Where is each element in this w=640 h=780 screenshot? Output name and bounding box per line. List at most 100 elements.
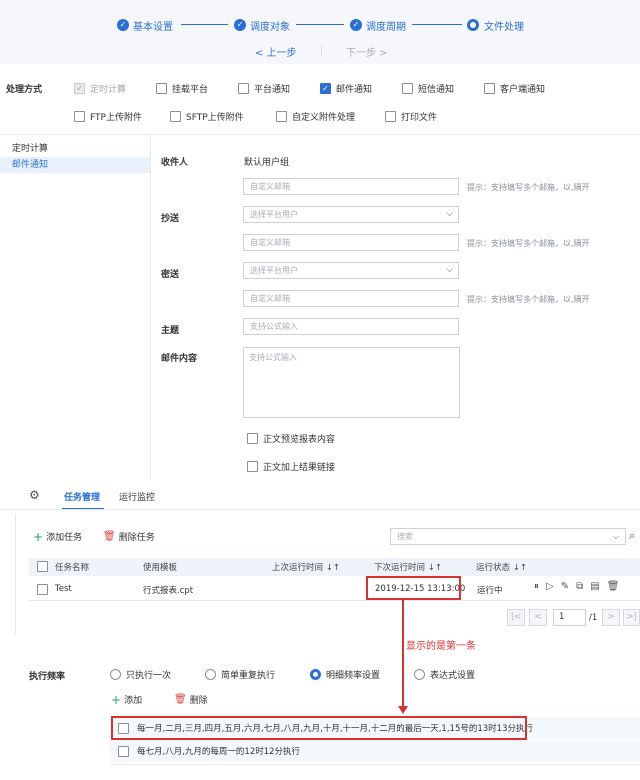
content-textarea[interactable]: 支持公式输入 (243, 347, 460, 418)
add-rule-button[interactable]: + 添加 (111, 693, 142, 707)
page-input[interactable]: 1 (553, 609, 586, 626)
column-template: 使用模板 (143, 563, 178, 573)
step-label: 调度对象 (250, 21, 290, 33)
step-basic[interactable]: ✓ 基本设置 (117, 18, 173, 33)
stepper-bar: ✓ 基本设置 ✓ 调度对象 ✓ 调度周期 文件处理 < 上一步 下一步 > (0, 0, 640, 64)
first-page-button[interactable]: |< (507, 609, 525, 626)
subject-input[interactable]: 支持公式输入 (243, 318, 459, 335)
checkbox[interactable]: ✓ (74, 83, 85, 94)
rule-row-2[interactable]: 每七月,八月,九月的每周一的12时12分执行 (110, 740, 640, 762)
subject-label: 主题 (161, 326, 180, 336)
checkbox[interactable] (118, 745, 129, 757)
step-label: 文件处理 (484, 21, 524, 33)
checkbox[interactable] (74, 111, 85, 122)
option-result-link[interactable]: 正文加上结果链接 (247, 460, 335, 473)
column-status[interactable]: 运行状态 ↓↑ (476, 561, 527, 573)
option-sftp-upload[interactable]: SFTP上传附件 (170, 110, 244, 123)
recipient-email-input[interactable]: 自定义邮箱 (243, 178, 459, 195)
freq-detailed[interactable]: 明细频率设置 (310, 668, 380, 681)
checkbox[interactable] (170, 111, 181, 122)
side-item-scheduled-calc[interactable]: 定时计算 (0, 141, 150, 157)
radio[interactable] (414, 669, 425, 680)
step-connector (181, 24, 228, 25)
checkbox[interactable]: ✓ (320, 83, 331, 94)
checkbox[interactable] (247, 461, 258, 472)
select-all-checkbox[interactable] (37, 561, 48, 572)
option-preview-report[interactable]: 正文预览报表内容 (247, 432, 335, 445)
add-task-button[interactable]: + 添加任务 (33, 529, 82, 544)
delete-task-button[interactable]: 🗑 删除任务 (103, 530, 155, 543)
step-period[interactable]: ✓ 调度周期 (350, 18, 406, 33)
cc-label: 抄送 (161, 214, 180, 224)
search-icon[interactable]: ⌕ (629, 529, 635, 543)
plus-icon: + (33, 529, 44, 544)
option-platform-notify[interactable]: 平台通知 (238, 82, 290, 95)
freq-expression[interactable]: 表达式设置 (414, 668, 475, 681)
radio[interactable] (310, 669, 321, 680)
row-actions: ⏸ ▷ ✎ ⧉ ▤ 🗑 (534, 581, 626, 592)
chevron-down-icon: ⌵ (446, 265, 453, 275)
freq-simple-repeat[interactable]: 简单重复执行 (205, 668, 275, 681)
column-next-run[interactable]: 下次运行时间 ↓↑ (374, 561, 442, 573)
checkbox[interactable] (156, 83, 167, 94)
option-ftp-upload[interactable]: FTP上传附件 (74, 110, 142, 123)
radio[interactable] (110, 669, 121, 680)
current-step-icon (467, 19, 479, 31)
next-step-button[interactable]: 下一步 > (346, 44, 388, 59)
bcc-email-input[interactable]: 自定义邮箱 (243, 290, 459, 307)
pause-icon[interactable]: ⏸ (534, 581, 539, 592)
cc-email-input[interactable]: 自定义邮箱 (243, 234, 459, 251)
radio[interactable] (205, 669, 216, 680)
checkbox[interactable] (385, 111, 396, 122)
option-email-notify[interactable]: ✓ 邮件通知 (320, 82, 372, 95)
content-label: 邮件内容 (161, 354, 198, 364)
play-icon[interactable]: ▷ (546, 581, 554, 592)
highlight-box (111, 716, 527, 740)
checkbox[interactable] (402, 83, 413, 94)
column-last-run[interactable]: 上次运行时间 ↓↑ (272, 561, 340, 573)
tab-task-management[interactable]: 任务管理 (64, 490, 100, 503)
prev-page-button[interactable]: < (529, 609, 547, 626)
step-file[interactable]: 文件处理 (467, 18, 524, 33)
check-icon: ✓ (350, 19, 362, 31)
search-input[interactable]: 搜索 ⌵ (390, 528, 626, 545)
recipient-hint: 提示：支持填写多个邮箱，以,隔开 (467, 183, 590, 192)
option-scheduled-calc[interactable]: ✓ 定时计算 (74, 82, 126, 95)
edit-icon[interactable]: ✎ (561, 581, 569, 592)
prev-step-button[interactable]: < 上一步 (255, 44, 297, 59)
processing-label: 处理方式 (6, 85, 43, 95)
page-total: /1 (589, 613, 598, 623)
step-connector (296, 24, 344, 25)
settings-gear-icon[interactable]: ⚙ (29, 488, 40, 502)
chevron-down-icon: ⌵ (612, 532, 619, 541)
checkbox[interactable] (247, 433, 258, 444)
option-print-file[interactable]: 打印文件 (385, 110, 437, 123)
option-sms-notify[interactable]: 短信通知 (402, 82, 454, 95)
log-icon[interactable]: ▤ (590, 581, 599, 592)
delete-rule-button[interactable]: 🗑 删除 (174, 693, 208, 706)
trash-icon: 🗑 (103, 531, 116, 542)
checkbox[interactable] (484, 83, 495, 94)
checkbox[interactable] (238, 83, 249, 94)
last-page-button[interactable]: >| (623, 609, 640, 626)
checkbox[interactable] (276, 111, 287, 122)
chevron-down-icon: ⌵ (446, 209, 453, 219)
tab-run-monitor[interactable]: 运行监控 (119, 490, 155, 503)
divider (0, 509, 640, 510)
annotation-arrow-head (398, 706, 408, 714)
annotation-text: 显示的是第一条 (406, 641, 476, 652)
step-target[interactable]: ✓ 调度对象 (234, 18, 290, 33)
bcc-user-select[interactable]: 选择平台用户 ⌵ (243, 262, 459, 279)
copy-icon[interactable]: ⧉ (576, 581, 583, 592)
next-page-button[interactable]: > (602, 609, 620, 626)
trash-icon[interactable]: 🗑 (607, 581, 620, 592)
option-mount-platform[interactable]: 挂载平台 (156, 82, 208, 95)
option-custom-attachment[interactable]: 自定义附件处理 (276, 110, 355, 123)
nav-divider (321, 45, 322, 56)
frequency-label: 执行频率 (29, 672, 66, 682)
option-client-notify[interactable]: 客户端通知 (484, 82, 545, 95)
cc-user-select[interactable]: 选择平台用户 ⌵ (243, 206, 459, 223)
side-item-email-notify[interactable]: 邮件通知 (0, 157, 150, 173)
freq-once[interactable]: 只执行一次 (110, 668, 171, 681)
row-checkbox[interactable] (37, 584, 48, 595)
